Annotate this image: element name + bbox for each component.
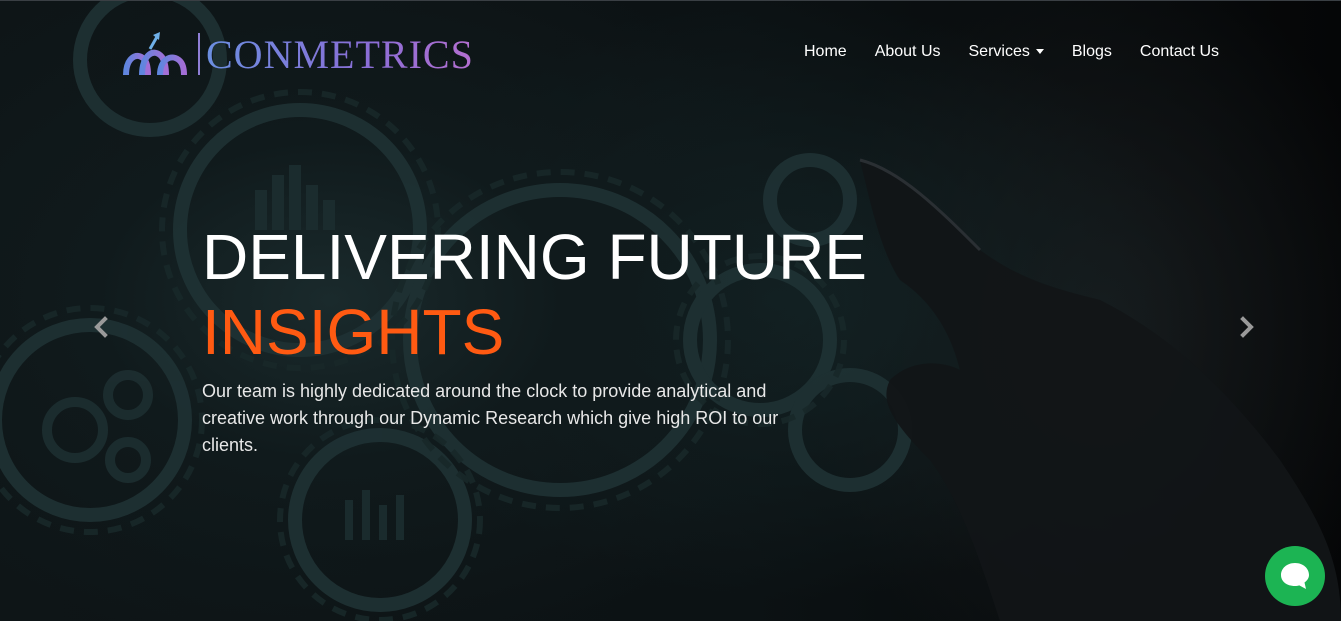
carousel-next-button[interactable] xyxy=(1234,312,1260,342)
hero-banner: CONMETRICS Home About Us Services Blogs … xyxy=(0,0,1341,621)
nav-services[interactable]: Services xyxy=(969,43,1044,61)
nav-contact-us[interactable]: Contact Us xyxy=(1140,43,1219,61)
top-border-line xyxy=(0,0,1341,1)
brand-logo[interactable]: CONMETRICS xyxy=(122,26,474,82)
nav-blogs[interactable]: Blogs xyxy=(1072,43,1112,61)
chevron-right-icon xyxy=(1240,316,1254,338)
hero-subtitle: Our team is highly dedicated around the … xyxy=(202,381,779,455)
caret-down-icon xyxy=(1035,49,1044,55)
nav-home[interactable]: Home xyxy=(804,43,847,61)
nav-services-label: Services xyxy=(968,43,1030,60)
hero-title-line2: INSIGHTS xyxy=(202,296,505,368)
conmetrics-logo-icon xyxy=(123,32,187,76)
chat-button[interactable] xyxy=(1265,546,1325,606)
hero-title-line1: DELIVERING FUTURE xyxy=(202,221,867,293)
logo-divider xyxy=(198,33,200,75)
nav-about-us[interactable]: About Us xyxy=(875,43,941,61)
chat-bubble-icon xyxy=(1281,563,1309,589)
main-nav: Home About Us Services Blogs Contact Us xyxy=(790,40,1233,64)
chevron-left-icon xyxy=(94,316,108,338)
brand-name: CONMETRICS xyxy=(206,31,474,77)
carousel-prev-button[interactable] xyxy=(88,312,114,342)
